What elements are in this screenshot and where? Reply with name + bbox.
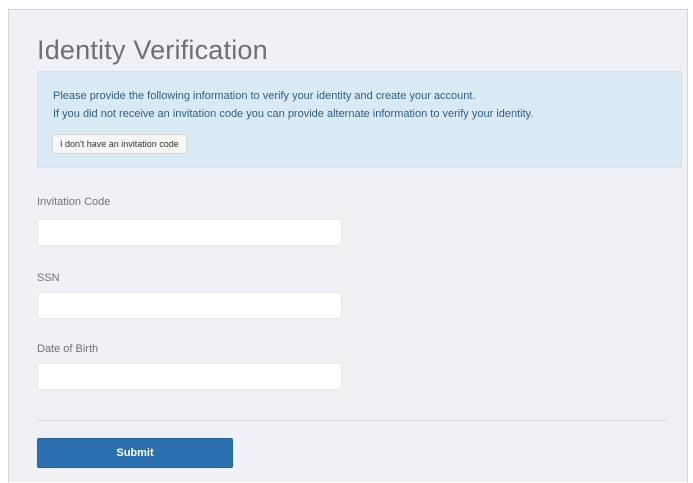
info-line-alternate: If you did not receive an invitation cod… xyxy=(53,108,534,120)
info-line-instructions: Please provide the following information… xyxy=(53,90,476,102)
date-of-birth-input[interactable] xyxy=(37,363,342,390)
form-divider xyxy=(37,420,667,421)
date-of-birth-label: Date of Birth xyxy=(37,343,99,355)
invitation-code-input[interactable] xyxy=(37,219,342,246)
no-invitation-code-button[interactable]: I don't have an invitation code xyxy=(52,134,187,154)
page-title: Identity Verification xyxy=(37,35,268,65)
invitation-code-label: Invitation Code xyxy=(37,196,111,208)
identity-verification-panel: Identity Verification Please provide the… xyxy=(8,9,688,482)
info-message-box: Please provide the following information… xyxy=(37,71,682,168)
submit-button[interactable]: Submit xyxy=(37,438,233,468)
ssn-input[interactable] xyxy=(37,292,342,319)
ssn-label: SSN xyxy=(37,272,60,284)
